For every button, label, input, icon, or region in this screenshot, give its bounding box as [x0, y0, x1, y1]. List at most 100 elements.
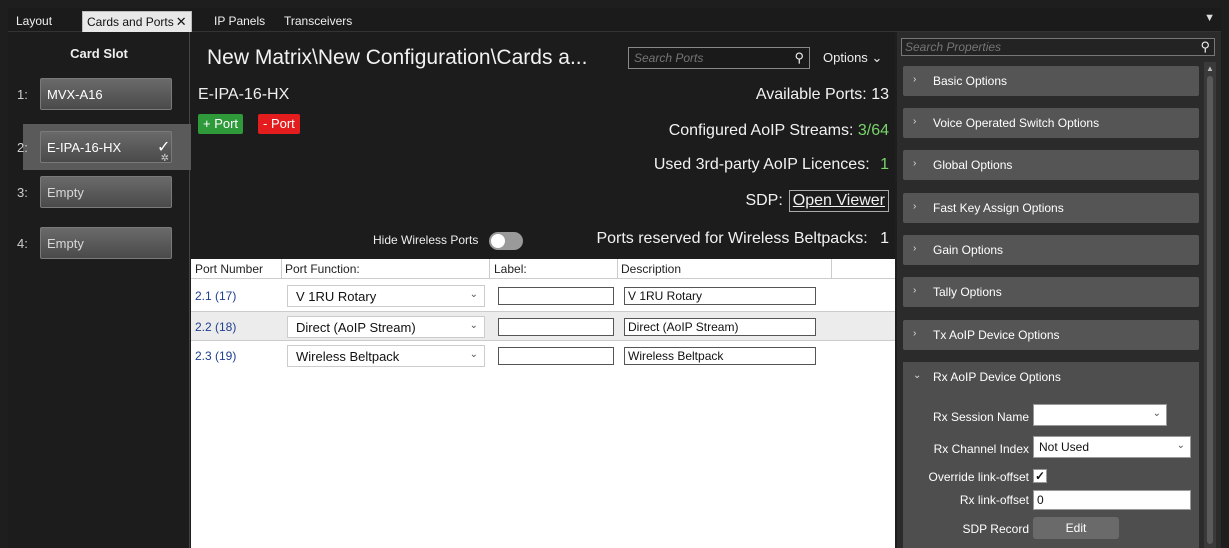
slot-number: 1:	[17, 87, 28, 102]
scroll-up-icon[interactable]: ▲	[1206, 64, 1214, 73]
available-ports-value: 13	[871, 86, 889, 103]
rx-channel-index-value: Not Used	[1039, 440, 1090, 454]
chevron-down-icon: ⌄	[1176, 440, 1185, 451]
configured-streams-label: Configured AoIP Streams:	[668, 122, 854, 139]
col-port-function[interactable]: Port Function:	[285, 262, 360, 276]
sdp-row: SDP: Open Viewer	[745, 190, 889, 212]
slot-1-button[interactable]: 1: MVX-A16	[17, 78, 172, 110]
properties-scrollbar[interactable]: ▲	[1204, 62, 1216, 548]
override-link-offset-label: Override link-offset	[928, 470, 1029, 484]
configured-streams-value: 3/64	[857, 122, 889, 139]
slot-name: E-IPA-16-HX	[47, 140, 122, 155]
edit-sdp-button[interactable]: Edit	[1033, 517, 1119, 539]
label-input[interactable]	[498, 287, 614, 305]
options-label: Options	[823, 50, 868, 65]
options-dropdown[interactable]: Options ⌄	[823, 50, 882, 66]
chevron-down-icon: ⌄	[469, 289, 478, 300]
description-input[interactable]	[624, 287, 816, 305]
label-input[interactable]	[498, 347, 614, 365]
chevron-down-icon: ⌄	[913, 370, 922, 381]
rx-link-offset-input[interactable]	[1033, 490, 1191, 510]
slot-number: 4:	[17, 236, 28, 251]
port-number[interactable]: 2.3 (19)	[195, 349, 236, 363]
group-fast-key-options[interactable]: › Fast Key Assign Options	[903, 193, 1199, 223]
group-basic-options[interactable]: › Basic Options	[903, 66, 1199, 96]
rx-session-name-select[interactable]: ⌄	[1033, 404, 1167, 426]
tab-cards-and-ports[interactable]: Cards and Ports ✕	[82, 11, 192, 32]
port-number[interactable]: 2.2 (18)	[195, 320, 236, 334]
group-label: Voice Operated Switch Options	[933, 116, 1100, 130]
chevron-down-icon: ⌄	[469, 349, 478, 360]
card-slot-title: Card Slot	[70, 46, 128, 61]
rx-channel-index-label: Rx Channel Index	[933, 442, 1029, 456]
used-licences-label: Used 3rd-party AoIP Licences:	[653, 156, 870, 173]
group-label: Basic Options	[933, 74, 1008, 88]
slot-4-button[interactable]: 4: Empty	[17, 227, 172, 259]
port-function-select[interactable]: Wireless Beltpack ⌄	[287, 345, 485, 367]
search-properties-input[interactable]	[902, 39, 1192, 55]
col-port-number[interactable]: Port Number	[195, 262, 263, 276]
tab-label: Layout	[16, 14, 53, 28]
port-number[interactable]: 2.1 (17)	[195, 289, 236, 303]
description-input[interactable]	[624, 347, 816, 365]
tab-layout[interactable]: Layout	[12, 11, 56, 32]
chevron-right-icon: ›	[913, 158, 917, 169]
table-row[interactable]: 2.1 (17) V 1RU Rotary ⌄	[191, 281, 895, 311]
chevron-down-icon: ⌄	[469, 320, 478, 331]
chevron-right-icon: ›	[913, 285, 917, 296]
search-icon[interactable]: ⚲	[794, 50, 804, 66]
group-label: Global Options	[933, 158, 1013, 172]
card-name: E-IPA-16-HX	[198, 86, 290, 103]
table-row[interactable]: 2.2 (18) Direct (AoIP Stream) ⌄	[191, 311, 895, 341]
tab-transceivers[interactable]: Transceivers	[280, 11, 356, 32]
reserved-label: Ports reserved for Wireless Beltpacks:	[596, 230, 868, 247]
column-divider	[831, 259, 832, 279]
slot-2-button[interactable]: 2: E-IPA-16-HX ✲	[17, 131, 172, 164]
table-row[interactable]: 2.3 (19) Wireless Beltpack ⌄	[191, 341, 895, 371]
scrollbar-thumb[interactable]	[1207, 76, 1213, 544]
card-slot-panel: Card Slot 1: MVX-A16 2: E-IPA-16-HX ✲ ✓ …	[8, 32, 192, 548]
tab-label: Transceivers	[284, 14, 353, 28]
tab-menu-icon[interactable]: ▼	[1204, 12, 1215, 24]
col-description[interactable]: Description	[621, 262, 681, 276]
override-link-offset-checkbox[interactable]: ✓	[1033, 469, 1047, 483]
hide-wireless-toggle[interactable]	[489, 232, 523, 250]
checkmark-icon: ✓	[157, 139, 171, 156]
rx-channel-index-select[interactable]: Not Used ⌄	[1033, 436, 1191, 458]
reserved-value: 1	[880, 230, 889, 247]
table-header: Port Number Port Function: Label: Descri…	[191, 259, 895, 279]
group-global-options[interactable]: › Global Options	[903, 150, 1199, 180]
col-label[interactable]: Label:	[494, 262, 527, 276]
slot-number: 2:	[17, 140, 28, 155]
close-icon[interactable]: ✕	[176, 14, 187, 29]
used-licences: Used 3rd-party AoIP Licences: 1	[654, 156, 889, 174]
tab-label: Cards and Ports	[87, 15, 174, 29]
slot-3-button[interactable]: 3: Empty	[17, 176, 172, 208]
group-gain-options[interactable]: › Gain Options	[903, 235, 1199, 265]
hide-wireless-label: Hide Wireless Ports	[373, 233, 479, 247]
group-tx-aoip-options[interactable]: › Tx AoIP Device Options	[903, 320, 1199, 350]
port-function-value: Wireless Beltpack	[296, 349, 400, 364]
label-input[interactable]	[498, 318, 614, 336]
sdp-label: SDP:	[745, 192, 783, 209]
search-ports-input[interactable]	[629, 48, 779, 68]
rx-link-offset-label: Rx link-offset	[959, 493, 1029, 507]
port-function-value: V 1RU Rotary	[296, 289, 377, 304]
search-icon[interactable]: ⚲	[1200, 39, 1210, 55]
tab-ip-panels[interactable]: IP Panels	[210, 11, 269, 32]
group-label: Rx AoIP Device Options	[933, 370, 1061, 384]
add-port-button[interactable]: + Port	[198, 114, 244, 134]
group-vox-options[interactable]: › Voice Operated Switch Options	[903, 108, 1199, 138]
port-function-select[interactable]: V 1RU Rotary ⌄	[287, 285, 485, 307]
properties-panel: ⚲ › Basic Options › Voice Operated Switch …	[897, 32, 1221, 548]
tab-bar: Layout Cards and Ports ✕ IP Panels Transc…	[8, 8, 1221, 32]
search-ports: ⚲	[628, 47, 810, 69]
remove-port-button[interactable]: - Port	[258, 114, 300, 134]
open-viewer-button[interactable]: Open Viewer	[788, 190, 889, 212]
used-licences-value: 1	[880, 156, 889, 173]
rx-aoip-header[interactable]: ⌄ Rx AoIP Device Options	[903, 362, 1199, 392]
column-divider	[281, 259, 282, 279]
port-function-select[interactable]: Direct (AoIP Stream) ⌄	[287, 316, 485, 338]
group-tally-options[interactable]: › Tally Options	[903, 277, 1199, 307]
description-input[interactable]	[624, 318, 816, 336]
